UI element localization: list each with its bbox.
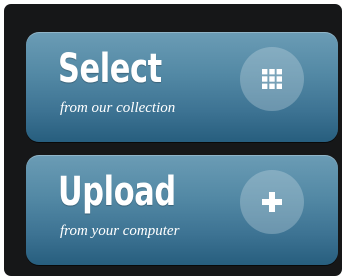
grid-icon [262,69,282,89]
upload-button-subtitle: from your computer [60,223,180,239]
upload-button-title: Upload [58,169,176,215]
select-button-title: Select [58,46,162,92]
select-button-subtitle: from our collection [60,100,176,116]
select-from-collection-button[interactable]: Select from our collection [26,32,338,142]
upload-options-panel: Select from our collection Upload from y… [4,4,342,276]
upload-from-computer-button[interactable]: Upload from your computer [26,155,338,265]
upload-icon-circle [240,170,304,234]
plus-icon [262,192,282,212]
select-icon-circle [240,47,304,111]
